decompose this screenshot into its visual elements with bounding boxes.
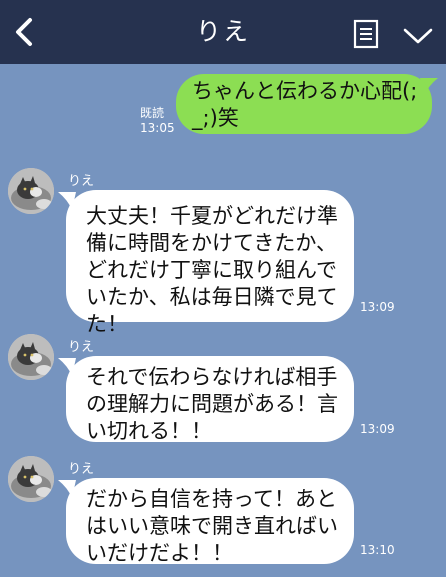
sender-name: りえ — [68, 174, 95, 189]
cat-avatar-icon — [8, 456, 54, 502]
message-line: の理解力に問題がある！言 — [86, 392, 338, 416]
message-line: それで伝わらなければ相手 — [86, 365, 338, 389]
message-line: た！ — [86, 312, 128, 336]
message-time: 13:09 — [360, 300, 395, 314]
message-bubble-incoming[interactable]: だから自信を持って！あと はいい意味で開き直ればい いだけだよ！！ — [66, 478, 354, 565]
expand-button[interactable] — [400, 18, 436, 54]
message-line: いだけだよ！！ — [86, 541, 233, 565]
message-line: ちゃんと伝わるか心配(; — [192, 79, 418, 103]
chevron-down-icon — [403, 28, 433, 44]
message-line: だから自信を持って！あと — [86, 487, 337, 511]
message-time: 13:05 — [140, 121, 175, 135]
message-line: 備に時間をかけてきたか、 — [86, 231, 337, 255]
read-receipt: 既読 — [140, 106, 165, 120]
message-time: 13:10 — [360, 543, 395, 557]
message-line: いたか、私は毎日隣で見て — [86, 285, 338, 309]
message-bubble-outgoing[interactable]: ちゃんと伝わるか心配(; _;)笑 — [176, 74, 432, 134]
message-line: _;)笑 — [192, 106, 239, 130]
avatar[interactable] — [8, 334, 54, 380]
message-line: どれだけ丁寧に取り組んで — [86, 258, 337, 282]
cat-avatar-icon — [8, 168, 54, 214]
avatar[interactable] — [8, 456, 54, 502]
sender-name: りえ — [68, 340, 95, 355]
avatar[interactable] — [8, 168, 54, 214]
menu-button[interactable] — [350, 16, 382, 52]
message-time: 13:09 — [360, 422, 395, 436]
cat-avatar-icon — [8, 334, 54, 380]
chat-header: りえ — [0, 0, 446, 64]
message-line: はいい意味で開き直ればい — [86, 514, 338, 538]
message-bubble-incoming[interactable]: それで伝わらなければ相手 の理解力に問題がある！言 い切れる！！ — [66, 356, 354, 443]
list-icon — [353, 19, 379, 49]
message-line: 大丈夫！千夏がどれだけ準 — [86, 204, 338, 228]
sender-name: りえ — [68, 462, 95, 477]
message-bubble-incoming[interactable]: 大丈夫！千夏がどれだけ準 備に時間をかけてきたか、 どれだけ丁寧に取り組んで い… — [66, 190, 354, 336]
message-line: い切れる！！ — [86, 419, 212, 443]
